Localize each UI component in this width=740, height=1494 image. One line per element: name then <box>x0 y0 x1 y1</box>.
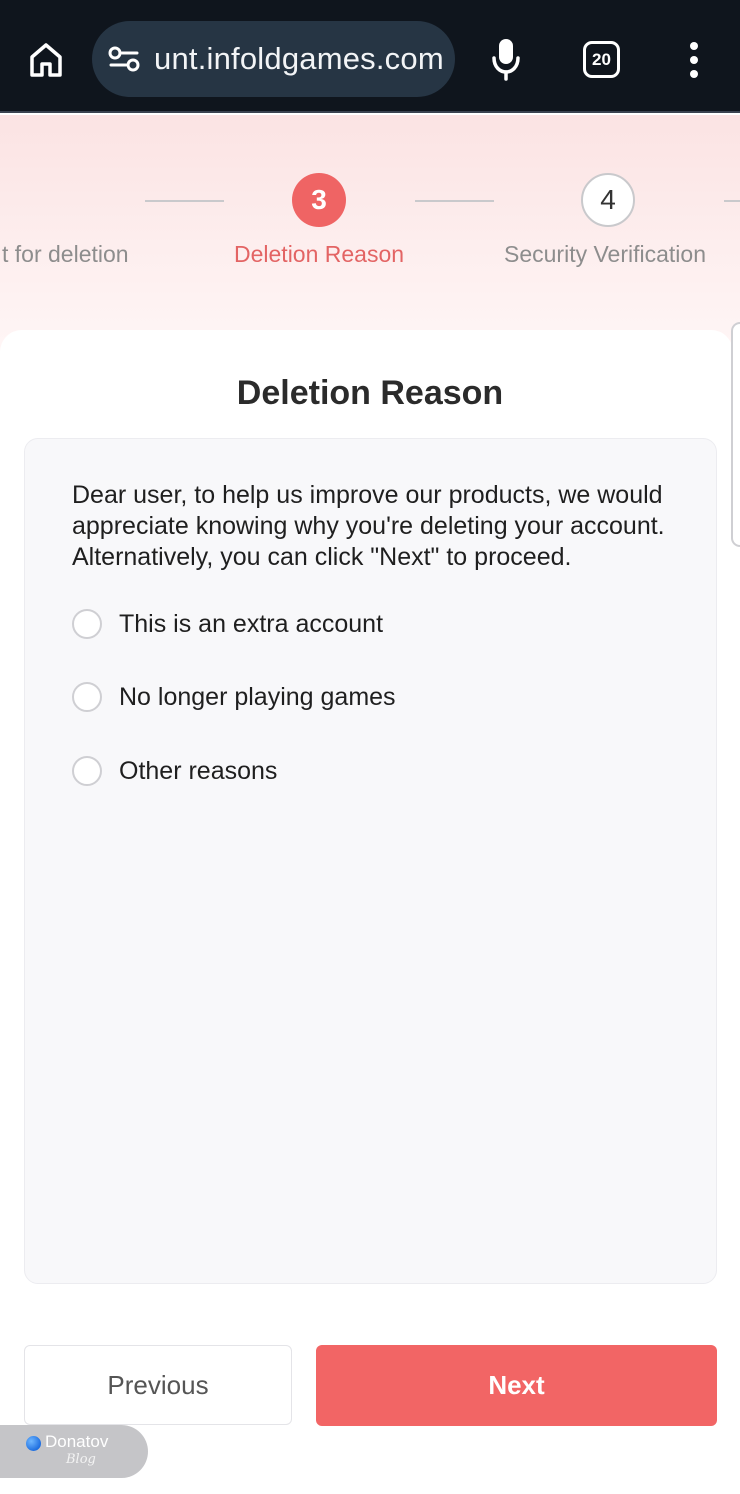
tab-switcher-button[interactable]: 20 <box>583 41 620 78</box>
option-label: No longer playing games <box>119 683 396 711</box>
step-label-security-verification: Security Verification <box>504 241 706 267</box>
voice-search-button[interactable] <box>484 34 528 84</box>
step-connector <box>145 200 224 202</box>
radio-button[interactable] <box>72 756 102 786</box>
microphone-icon <box>492 39 520 81</box>
watermark-logo-icon <box>26 1436 41 1451</box>
next-button[interactable]: Next <box>316 1345 717 1426</box>
site-settings-icon <box>108 46 140 72</box>
reason-option-extra-account[interactable]: This is an extra account <box>72 608 383 640</box>
step-circle-3: 3 <box>292 173 346 227</box>
home-button[interactable] <box>22 36 70 84</box>
step-circle-4: 4 <box>581 173 635 227</box>
scroll-indicator[interactable] <box>731 322 740 547</box>
step-label-deletion-reason: Deletion Reason <box>234 241 405 267</box>
reason-option-other[interactable]: Other reasons <box>72 755 277 787</box>
radio-button[interactable] <box>72 682 102 712</box>
url-text: unt.infoldgames.com <box>154 41 444 76</box>
step-number: 3 <box>311 184 327 215</box>
address-bar[interactable]: unt.infoldgames.com <box>92 21 455 97</box>
more-vert-icon[interactable] <box>676 38 712 82</box>
browser-toolbar: unt.infoldgames.com 20 <box>0 0 740 113</box>
option-label: This is an extra account <box>119 610 384 638</box>
intro-text: Dear user, to help us improve our produc… <box>72 481 665 571</box>
step-label-1: t for deletion <box>2 241 129 267</box>
watermark-badge: Donatov Blog <box>0 1425 148 1478</box>
radio-button[interactable] <box>72 609 102 639</box>
step-connector <box>724 200 740 202</box>
page-title: Deletion Reason <box>236 374 504 412</box>
deletion-stepper: t for deletion 3 Deletion Reason 4 Secur… <box>0 115 740 355</box>
watermark-sub: Blog <box>66 1452 96 1467</box>
step-connector <box>415 200 494 202</box>
home-icon <box>30 43 62 77</box>
previous-button[interactable]: Previous <box>24 1345 292 1425</box>
step-number: 4 <box>600 184 616 215</box>
option-label: Other reasons <box>119 757 278 785</box>
site-settings-button[interactable] <box>106 43 142 75</box>
reason-option-no-longer-playing[interactable]: No longer playing games <box>72 681 396 713</box>
tab-count: 20 <box>592 49 611 69</box>
watermark-name: Donatov <box>45 1432 109 1451</box>
